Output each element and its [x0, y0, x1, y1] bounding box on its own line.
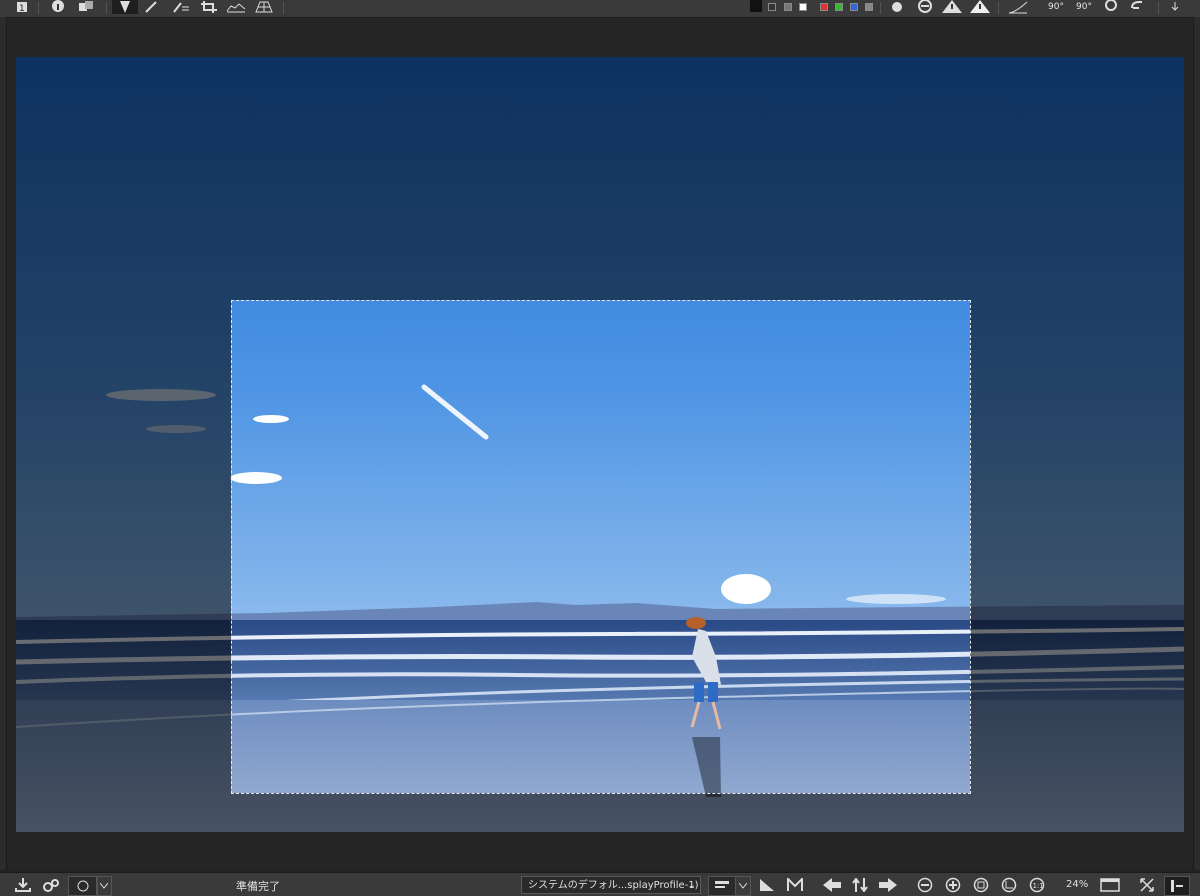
target-icon[interactable]: [1100, 0, 1122, 14]
previous-arrow-icon[interactable]: [820, 876, 844, 894]
swatch-dark-gray[interactable]: [768, 3, 776, 11]
histogram-icon[interactable]: [224, 0, 248, 14]
undo-icon[interactable]: [1126, 0, 1148, 14]
crop-shade-right: [970, 300, 1184, 793]
color-profile-icon[interactable]: [68, 876, 98, 896]
swatch-white[interactable]: [799, 3, 807, 11]
curve-icon[interactable]: [1006, 0, 1030, 14]
swatch-blue[interactable]: [850, 3, 858, 11]
chevron-down-icon[interactable]: [96, 876, 112, 896]
info-icon[interactable]: [48, 0, 68, 14]
active-swatch[interactable]: [750, 0, 762, 12]
svg-text:1: 1: [19, 4, 25, 13]
crop-shade-bottom: [16, 793, 1184, 832]
before-icon[interactable]: [756, 876, 778, 894]
actual-size-icon[interactable]: 1:1: [1026, 876, 1048, 894]
swap-icon[interactable]: [848, 876, 872, 894]
top-toolbar: 1 90° 90°: [0, 0, 1200, 18]
right-panel-edge: [1193, 17, 1200, 870]
picker-list-icon[interactable]: [170, 0, 192, 14]
chevron-down-icon: ⌄: [687, 880, 696, 891]
swatch-neutral[interactable]: [865, 3, 873, 11]
swatch-green[interactable]: [835, 3, 843, 11]
pen-tool-icon[interactable]: [112, 0, 138, 14]
zoom-level: 24%: [1066, 879, 1089, 890]
left-panel-edge: [0, 17, 7, 870]
rotate-right-90-icon[interactable]: 90°: [1070, 0, 1098, 14]
no-entry-icon[interactable]: [914, 0, 936, 14]
zoom-in-icon[interactable]: [942, 876, 964, 894]
crop-selection[interactable]: [231, 300, 971, 794]
compare-icon[interactable]: [76, 0, 98, 14]
settings-gears-icon[interactable]: [40, 876, 62, 894]
brush-icon[interactable]: [142, 0, 160, 14]
chevron-down-icon[interactable]: [735, 876, 751, 896]
crop-shade-top: [16, 57, 1184, 300]
import-icon[interactable]: [12, 876, 34, 894]
after-icon[interactable]: [784, 876, 806, 894]
svg-text:1:1: 1:1: [1033, 882, 1044, 890]
display-profile-select[interactable]: システムのデフォル...splayProfile-1) ⌄: [521, 876, 701, 894]
panel-toggle-icon[interactable]: [1164, 876, 1190, 896]
fit-icon[interactable]: [970, 876, 992, 894]
next-arrow-icon[interactable]: [876, 876, 900, 894]
swatch-red[interactable]: [820, 3, 828, 11]
drop-icon[interactable]: [888, 0, 906, 14]
new-window-icon[interactable]: [1098, 876, 1122, 894]
grid-icon[interactable]: [252, 0, 276, 14]
crop-icon[interactable]: [198, 0, 220, 14]
status-text: 準備完了: [236, 880, 280, 893]
cursor-icon[interactable]: 1: [12, 0, 32, 14]
shadow-warning-icon[interactable]: [940, 0, 964, 14]
chevron-down-icon[interactable]: [1166, 0, 1184, 14]
rotate-left-90-icon[interactable]: 90°: [1042, 0, 1070, 14]
highlight-warning-icon[interactable]: [968, 0, 992, 14]
zoom-out-icon[interactable]: [914, 876, 936, 894]
swatch-gray[interactable]: [784, 3, 792, 11]
bottom-statusbar: 準備完了 システムのデフォル...splayProfile-1) ⌄ 1:1 2…: [0, 872, 1200, 896]
crop-shade-left: [16, 300, 231, 793]
fullscreen-icon[interactable]: [1136, 876, 1158, 894]
crop-fit-icon[interactable]: [998, 876, 1020, 894]
view-mode-icon[interactable]: [708, 876, 736, 896]
